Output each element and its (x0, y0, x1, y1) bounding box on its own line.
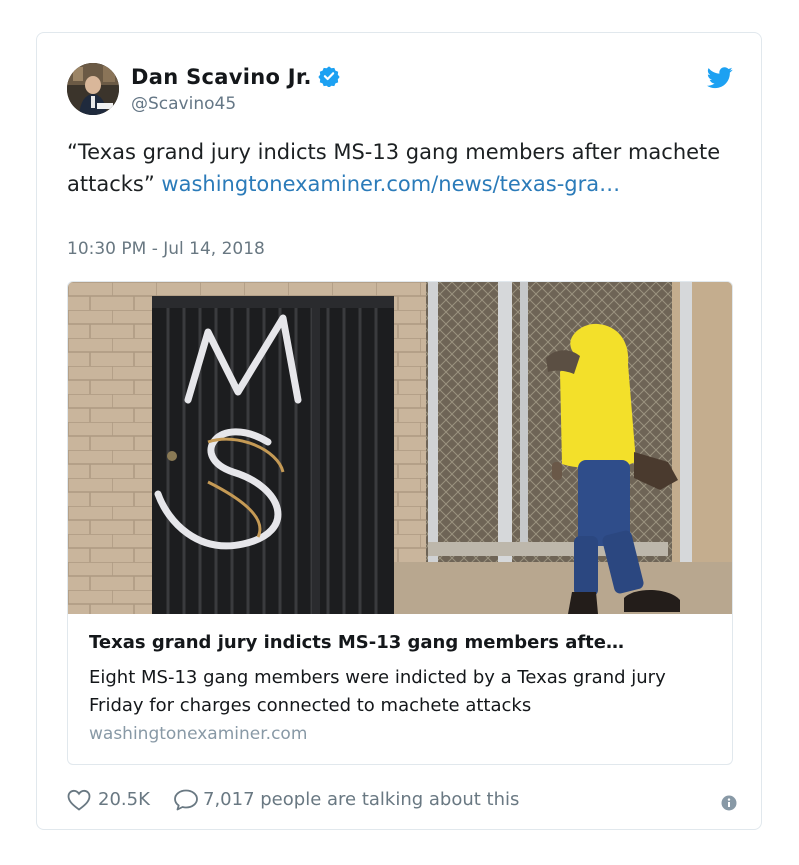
speech-bubble-icon[interactable] (173, 789, 199, 815)
author-handle[interactable]: @Scavino45 (131, 94, 236, 114)
link-preview-card[interactable]: Texas grand jury indicts MS-13 gang memb… (67, 281, 733, 765)
verified-badge-icon (318, 65, 340, 92)
tweet-header: Dan Scavino Jr. @Scavino45 (67, 63, 733, 119)
twitter-bird-icon[interactable] (707, 67, 733, 93)
card-description: Eight MS-13 gang members were indicted b… (89, 667, 666, 716)
author-name[interactable]: Dan Scavino Jr. (131, 65, 340, 92)
talking-about-count[interactable]: 7,017 people are talking about this (203, 789, 519, 810)
tweet-link[interactable]: washingtonexaminer.com/news/texas-gra… (161, 172, 620, 196)
heart-icon[interactable] (67, 789, 91, 815)
tweet-footer: 20.5K 7,017 people are talking about thi… (67, 785, 737, 815)
card-title[interactable]: Texas grand jury indicts MS-13 gang memb… (89, 632, 719, 653)
card-domain: washingtonexaminer.com (89, 724, 308, 744)
info-icon[interactable] (721, 795, 737, 815)
author-name-text: Dan Scavino Jr. (131, 65, 312, 89)
tweet-timestamp[interactable]: 10:30 PM - Jul 14, 2018 (67, 239, 265, 259)
tweet-text: “Texas grand jury indicts MS-13 gang mem… (67, 136, 737, 200)
like-count[interactable]: 20.5K (98, 789, 150, 810)
card-thumbnail-image (68, 282, 732, 614)
tweet-embed-card: Dan Scavino Jr. @Scavino45 “Texas grand … (36, 32, 762, 830)
author-avatar[interactable] (67, 63, 119, 115)
